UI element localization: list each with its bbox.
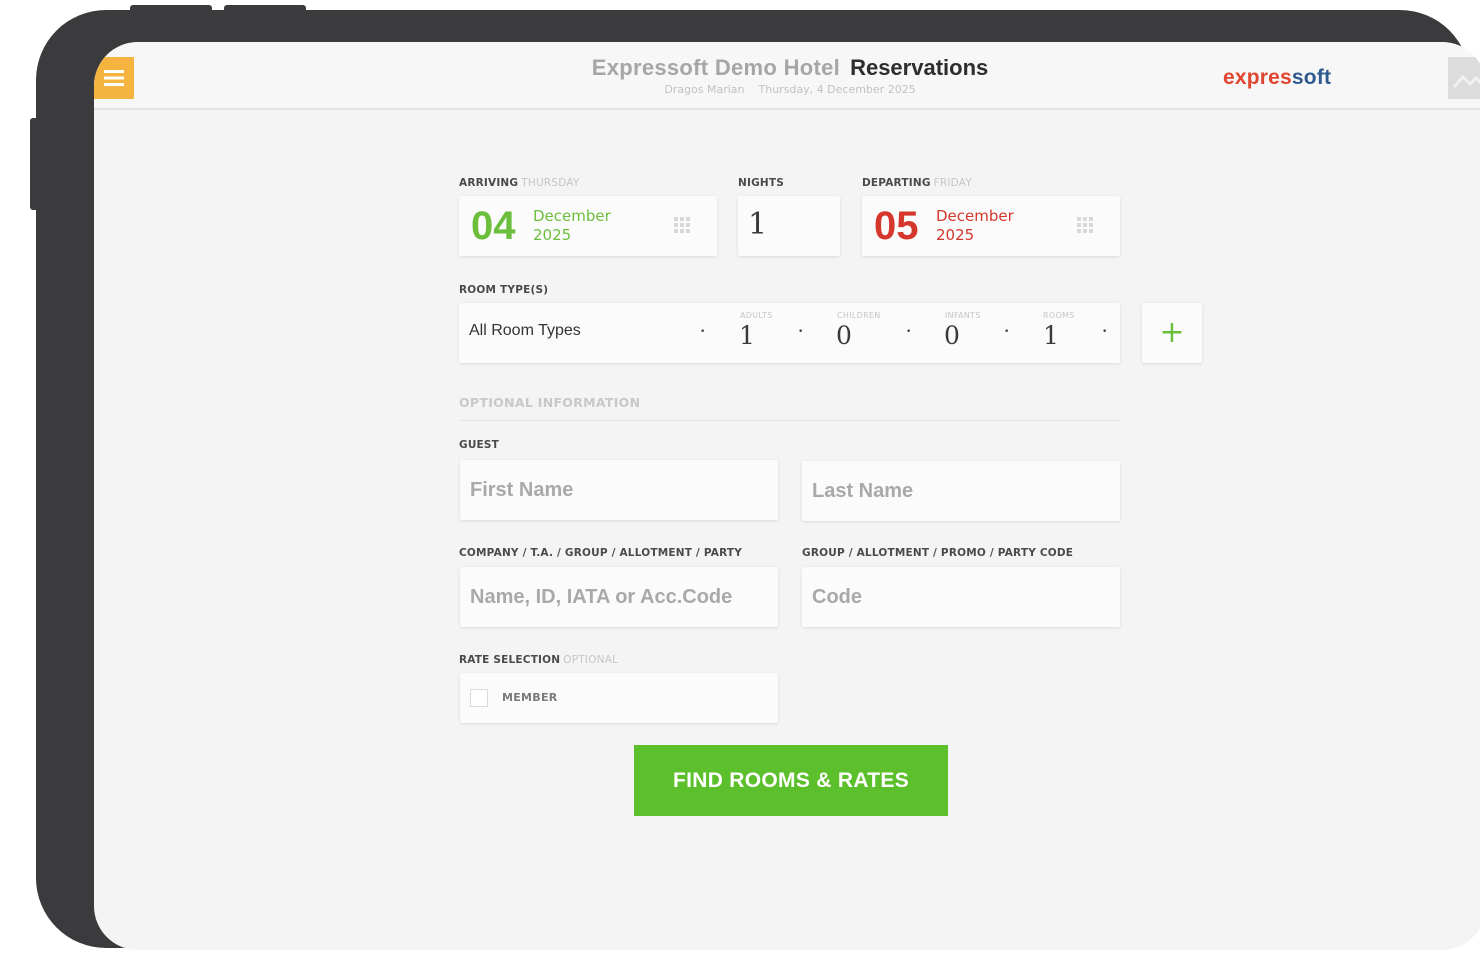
rooms-arrow-icon[interactable]: • <box>1102 327 1107 337</box>
company-label: COMPANY / T.A. / GROUP / ALLOTMENT / PAR… <box>459 547 743 559</box>
code-label: GROUP / ALLOTMENT / PROMO / PARTY CODE <box>802 547 1074 559</box>
adults-arrow-icon[interactable]: • <box>798 327 803 337</box>
children-label: CHILDREN <box>837 311 881 320</box>
rooms-select[interactable]: 1 <box>1043 322 1059 350</box>
optional-info-title: OPTIONAL INFORMATION <box>459 395 641 410</box>
top-bar: Expressoft Demo Hotel Reservations Dragos… <box>94 42 1480 110</box>
arrival-date-picker[interactable]: 04 December 2025 <box>459 196 717 256</box>
adults-select[interactable]: 1 <box>739 322 755 350</box>
member-label: MEMBER <box>502 691 558 704</box>
plus-icon: + <box>1159 315 1185 350</box>
first-name-input[interactable] <box>460 460 778 520</box>
member-rate-option[interactable]: MEMBER <box>460 673 778 723</box>
calendar-icon <box>674 217 690 233</box>
user-name: Dragos Marian <box>664 83 745 96</box>
infants-arrow-icon[interactable]: • <box>1004 327 1009 337</box>
hotel-name: Expressoft Demo Hotel <box>591 55 841 80</box>
section-divider <box>459 420 1120 421</box>
add-room-button[interactable]: + <box>1142 303 1202 363</box>
page-title: Reservations <box>850 55 989 80</box>
app-screen: Expressoft Demo Hotel Reservations Dragos… <box>94 42 1480 950</box>
departure-month: December <box>936 207 1014 225</box>
departure-day: 05 <box>874 204 919 248</box>
children-arrow-icon[interactable]: • <box>906 327 911 337</box>
rooms-label: ROOMS <box>1043 311 1075 320</box>
rate-selection-label: RATE SELECTION OPTIONAL <box>459 654 619 666</box>
company-input[interactable] <box>460 567 778 627</box>
departing-label: DEPARTING FRIDAY <box>862 177 972 189</box>
room-type-arrow-icon[interactable]: • <box>700 327 705 337</box>
tablet-frame: Expressoft Demo Hotel Reservations Dragos… <box>36 10 1480 950</box>
room-types-label: ROOM TYPE(S) <box>459 284 549 296</box>
room-type-row: All Room Types • ADULTS 1 • CHILDREN 0 •… <box>459 303 1120 363</box>
departure-year: 2025 <box>936 226 975 244</box>
arrival-year: 2025 <box>533 226 572 244</box>
nights-label: NIGHTS <box>738 177 785 189</box>
nights-value: 1 <box>748 207 768 242</box>
children-select[interactable]: 0 <box>836 322 852 350</box>
calendar-icon <box>1077 217 1093 233</box>
brand-logo: expressoft <box>1223 66 1331 90</box>
nights-field[interactable]: 1 <box>738 196 840 256</box>
arrival-month: December <box>533 207 611 225</box>
infants-select[interactable]: 0 <box>944 322 960 350</box>
brand-logo-part1: expres <box>1223 66 1292 89</box>
avatar-image-icon <box>1448 57 1480 99</box>
infants-label: INFANTS <box>945 311 981 320</box>
current-date: Thursday, 4 December 2025 <box>758 83 916 96</box>
code-input[interactable] <box>802 567 1120 627</box>
departure-date-picker[interactable]: 05 December 2025 <box>862 196 1120 256</box>
member-checkbox[interactable] <box>470 689 488 707</box>
last-name-input[interactable] <box>802 461 1120 521</box>
arrival-day: 04 <box>471 204 516 248</box>
arriving-label: ARRIVING THURSDAY <box>459 177 580 189</box>
room-type-select[interactable]: All Room Types <box>469 322 581 340</box>
guest-label: GUEST <box>459 439 500 451</box>
user-avatar[interactable] <box>1448 57 1480 99</box>
brand-logo-part2: soft <box>1291 66 1332 89</box>
adults-label: ADULTS <box>740 311 773 320</box>
find-rooms-button[interactable]: FIND ROOMS & RATES <box>634 745 948 816</box>
